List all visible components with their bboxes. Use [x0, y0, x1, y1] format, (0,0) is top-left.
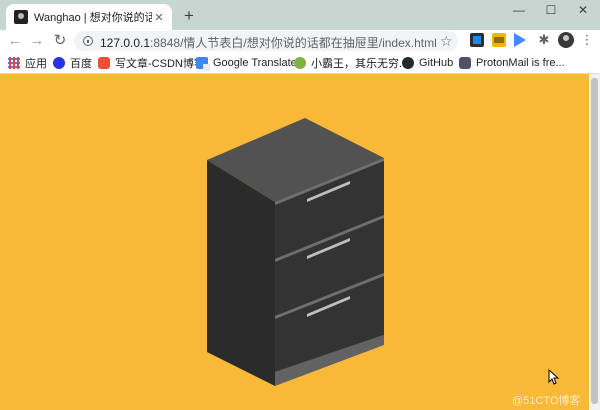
bookmark-label: 小霸王，其乐无穷... [311, 58, 409, 70]
bookmark-protonmail[interactable]: ProtonMail is fre... [459, 55, 565, 71]
apps-grid-icon [8, 57, 20, 69]
bookmark-star-icon[interactable]: ☆ [440, 32, 453, 50]
site-info-icon[interactable] [83, 36, 93, 46]
bookmark-label: 应用 [25, 58, 47, 70]
bookmark-xiaobawang[interactable]: 小霸王，其乐无穷... [294, 55, 408, 71]
browser-menu-icon[interactable]: ⋮ [580, 31, 594, 49]
xiaobawang-icon [294, 57, 306, 69]
page-viewport: @51CTO博客 [0, 74, 588, 410]
forward-button[interactable]: → [28, 32, 46, 50]
bookmark-github[interactable]: GitHub [402, 55, 453, 71]
extension-icon-1[interactable] [470, 33, 484, 47]
bookmark-baidu[interactable]: 百度 [53, 55, 92, 71]
mouse-cursor-icon [548, 369, 560, 385]
window-minimize-button[interactable]: — [504, 1, 534, 21]
extension-play-icon[interactable] [514, 33, 526, 47]
window-maximize-button[interactable]: ☐ [536, 1, 566, 21]
tab-close-icon[interactable]: ✕ [152, 11, 166, 24]
extensions-puzzle-icon[interactable]: ✱ [537, 33, 551, 47]
bookmark-apps[interactable]: 应用 [8, 55, 47, 71]
bookmark-label: 写文章-CSDN博客 [115, 58, 205, 70]
browser-toolbar: ← → ↻ 127.0.0.1:8848/情人节表白/想对你说的话都在抽屉里/i… [0, 30, 600, 52]
bookmark-google-translate[interactable]: Google Translate [196, 55, 297, 71]
google-translate-icon [196, 57, 210, 71]
bookmarks-bar: 应用 百度 写文章-CSDN博客 Google Translate 小霸王，其乐… [0, 52, 600, 74]
watermark: @51CTO博客 [512, 395, 581, 407]
baidu-icon [53, 57, 65, 69]
profile-avatar[interactable] [558, 32, 574, 48]
back-button[interactable]: ← [6, 32, 24, 50]
scrollbar-thumb[interactable] [591, 78, 598, 404]
url-host: 127.0.0.1 [100, 36, 151, 50]
tab-title: Wanghao | 想对你说的话都在抽屉里 [34, 12, 152, 24]
filing-cabinet [207, 118, 384, 386]
tab-strip: Wanghao | 想对你说的话都在抽屉里 ✕ + — ☐ ✕ [0, 0, 600, 30]
address-url[interactable]: 127.0.0.1:8848/情人节表白/想对你说的话都在抽屉里/index.h… [100, 34, 437, 51]
github-icon [402, 57, 414, 69]
bookmark-label: ProtonMail is fre... [476, 57, 565, 69]
protonmail-icon [459, 57, 471, 69]
bookmark-label: 百度 [70, 58, 92, 70]
tab-favicon-icon [14, 10, 28, 24]
reload-button[interactable]: ↻ [51, 32, 69, 50]
page-scrollbar[interactable] [589, 74, 600, 410]
bookmark-label: GitHub [419, 57, 454, 69]
extension-icon-2[interactable] [492, 33, 506, 47]
bookmark-csdn[interactable]: 写文章-CSDN博客 [98, 55, 205, 71]
window-close-button[interactable]: ✕ [568, 1, 598, 21]
new-tab-button[interactable]: + [180, 7, 198, 25]
url-path: :8848/情人节表白/想对你说的话都在抽屉里/index.html [150, 36, 437, 50]
browser-tab[interactable]: Wanghao | 想对你说的话都在抽屉里 ✕ [6, 4, 172, 30]
csdn-icon [98, 57, 110, 69]
address-bar[interactable]: 127.0.0.1:8848/情人节表白/想对你说的话都在抽屉里/index.h… [74, 31, 458, 51]
bookmark-label: Google Translate [213, 57, 297, 69]
